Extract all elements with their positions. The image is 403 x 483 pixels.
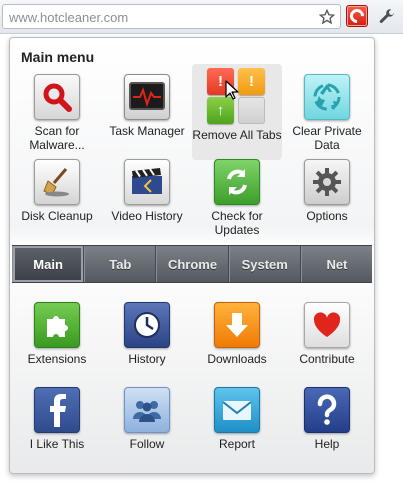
contribute-button[interactable]: Contribute [282, 302, 372, 366]
i-like-this-label: I Like This [29, 437, 85, 451]
people-icon [124, 387, 170, 433]
task-manager-label: Task Manager [109, 124, 185, 138]
follow-button[interactable]: Follow [102, 387, 192, 451]
follow-label: Follow [129, 437, 165, 451]
gear-icon [304, 159, 350, 205]
clock-icon [124, 302, 170, 348]
up-arrow-icon: ↑ [207, 97, 234, 124]
category-tabbar: Main Tab Chrome System Net [12, 245, 372, 283]
video-history-button[interactable]: Video History [102, 159, 192, 223]
tab-chrome[interactable]: Chrome [156, 246, 229, 282]
clear-private-data-label: Clear Private Data [292, 124, 362, 152]
tab-net[interactable]: Net [300, 246, 372, 282]
mouse-cursor-icon [225, 80, 239, 100]
broom-icon [34, 159, 80, 205]
download-arrow-icon [214, 302, 260, 348]
refresh-arrows-icon [214, 159, 260, 205]
wrench-icon[interactable] [376, 6, 398, 28]
video-history-label: Video History [111, 209, 183, 223]
address-input[interactable] [9, 8, 309, 26]
warning-orange-icon: ! [238, 68, 265, 95]
task-manager-button[interactable]: Task Manager [102, 74, 192, 138]
monitor-pulse-icon [124, 74, 170, 120]
extensions-button[interactable]: Extensions [12, 302, 102, 366]
tab-system[interactable]: System [228, 246, 301, 282]
popup-title: Main menu [21, 49, 95, 65]
help-label: Help [314, 437, 340, 451]
disk-cleanup-button[interactable]: Disk Cleanup [12, 159, 102, 223]
history-label: History [128, 352, 166, 366]
browser-toolbar [0, 0, 403, 34]
facebook-icon [34, 387, 80, 433]
report-label: Report [218, 437, 256, 451]
bookmark-star-icon[interactable] [317, 7, 337, 27]
clapperboard-icon [124, 159, 170, 205]
downloads-label: Downloads [207, 352, 267, 366]
remove-all-tabs-label: Remove All Tabs [192, 128, 282, 142]
extensions-label: Extensions [27, 352, 87, 366]
check-updates-label: Check for Updates [211, 209, 263, 237]
tab-tab[interactable]: Tab [84, 246, 157, 282]
report-button[interactable]: Report [192, 387, 282, 451]
recycle-icon [304, 74, 350, 120]
contribute-label: Contribute [299, 352, 355, 366]
help-button[interactable]: Help [282, 387, 372, 451]
history-button[interactable]: History [102, 302, 192, 366]
hotcleaner-popup: Main menu Scan for Malware... Task Manag… [9, 37, 375, 474]
question-icon [304, 387, 350, 433]
heart-icon [304, 302, 350, 348]
hotcleaner-logo-icon [347, 6, 367, 26]
clear-private-data-button[interactable]: Clear Private Data [282, 74, 372, 152]
envelope-icon [214, 387, 260, 433]
address-bar[interactable] [2, 4, 341, 29]
check-updates-button[interactable]: Check for Updates [192, 159, 282, 237]
hotcleaner-extension-button[interactable] [346, 5, 368, 27]
magnifier-icon [34, 74, 80, 120]
downloads-button[interactable]: Downloads [192, 302, 282, 366]
remove-all-tabs-button[interactable]: ! ! ↑ Remove All Tabs [192, 64, 282, 160]
scan-malware-button[interactable]: Scan for Malware... [12, 74, 102, 152]
puzzle-icon [34, 302, 80, 348]
scan-malware-label: Scan for Malware... [29, 124, 85, 152]
i-like-this-button[interactable]: I Like This [12, 387, 102, 451]
tab-main[interactable]: Main [12, 246, 85, 282]
options-label: Options [306, 209, 348, 223]
disk-cleanup-label: Disk Cleanup [21, 209, 93, 223]
blank-tab-icon [238, 97, 265, 124]
options-button[interactable]: Options [282, 159, 372, 223]
